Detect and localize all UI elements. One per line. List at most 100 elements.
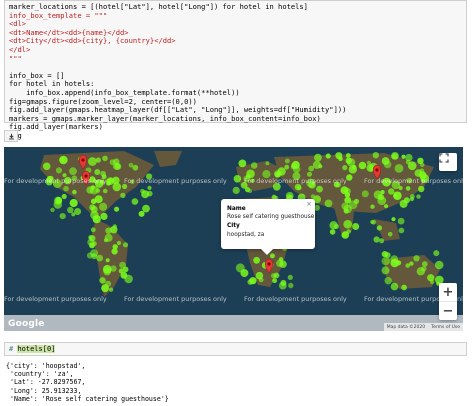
dev-watermark: For development purposes only — [244, 295, 347, 303]
heat-spot — [132, 164, 139, 171]
heat-spot — [89, 185, 99, 195]
heat-spot — [105, 258, 110, 263]
heat-spot — [116, 240, 122, 246]
code-cell[interactable]: # hotels[0] — [4, 342, 467, 356]
heat-spot — [352, 223, 360, 230]
info-name-label: Name — [227, 206, 246, 212]
heat-spot — [387, 231, 393, 237]
heat-spot — [100, 212, 108, 220]
info-city-value: hoopstad, za — [227, 232, 265, 238]
download-button[interactable] — [4, 130, 18, 142]
code-line: <dt>City</dt><dd>{city}, {country}</dd> — [9, 36, 176, 46]
output-line: 'Lat': -27.8297567, — [6, 378, 86, 387]
close-icon[interactable]: × — [306, 200, 312, 208]
heat-spot — [429, 279, 435, 285]
heat-spot — [114, 206, 120, 212]
heat-spot — [376, 225, 383, 231]
heat-spot — [50, 207, 55, 213]
heat-spot — [89, 235, 96, 242]
heat-spot — [433, 250, 440, 257]
heat-spot — [112, 162, 121, 170]
code-editor[interactable]: # hotels[0] — [9, 345, 56, 353]
heat-spot — [325, 153, 331, 159]
heat-spot — [401, 284, 407, 291]
heat-spot — [287, 274, 293, 280]
heat-spot — [410, 194, 415, 199]
heat-spot — [316, 185, 323, 193]
heat-spot — [418, 185, 425, 193]
heat-spot — [343, 219, 353, 229]
heat-spot — [329, 221, 338, 230]
output-line: 'Long': 25.913233, — [6, 386, 82, 395]
heat-spot — [405, 263, 411, 268]
heat-spot — [240, 269, 249, 278]
heat-spot — [74, 208, 82, 215]
code-editor[interactable]: marker_locations = [(hotel["Lat"], hotel… — [9, 2, 346, 141]
heat-spot — [416, 267, 425, 276]
heat-spot — [147, 190, 153, 197]
heat-spot — [147, 185, 152, 190]
heat-spot — [276, 259, 284, 267]
dev-watermark: For development purposes only — [364, 177, 463, 185]
dev-watermark: For development purposes only — [4, 295, 107, 303]
heat-spot — [342, 165, 348, 171]
dev-watermark: For development purposes only — [4, 177, 107, 185]
heat-spot — [90, 227, 96, 233]
heatmap-map[interactable]: For development purposes only For develo… — [4, 147, 463, 331]
heat-spot — [379, 238, 385, 244]
heat-spot — [238, 159, 247, 168]
heat-spot — [381, 266, 390, 275]
heat-spot — [265, 161, 270, 166]
heat-spot — [341, 202, 349, 210]
heat-spot — [346, 174, 353, 181]
output-line: {'city': 'hoopstad', — [6, 362, 86, 370]
zoom-out-button[interactable]: − — [439, 302, 457, 320]
heat-spot — [142, 204, 150, 213]
heat-spot — [416, 194, 421, 199]
heat-spot — [102, 188, 108, 194]
heat-spot — [108, 177, 114, 183]
heat-spot — [108, 287, 114, 292]
code-cell[interactable]: marker_locations = [(hotel["Lat"], hotel… — [4, 0, 467, 140]
dev-watermark: For development purposes only — [124, 177, 227, 185]
heat-spot — [345, 153, 351, 158]
map-footer: Map data ©2020 Terms of Use — [383, 323, 463, 331]
heat-spot — [417, 157, 424, 164]
heat-spot — [42, 162, 51, 171]
dev-watermark: For development purposes only — [124, 295, 227, 303]
heat-spot — [383, 160, 392, 169]
heat-spot — [401, 154, 406, 159]
heat-spot — [248, 189, 253, 193]
heat-spot — [340, 186, 349, 195]
heat-spot — [92, 215, 101, 224]
heat-spot — [55, 196, 63, 204]
download-icon — [8, 133, 14, 139]
heat-spot — [346, 229, 352, 234]
fullscreen-button[interactable] — [439, 153, 457, 171]
heat-spot — [421, 261, 428, 267]
terms-link[interactable]: Terms of Use — [431, 325, 460, 330]
heat-spot — [284, 164, 290, 170]
heat-spot — [288, 282, 294, 289]
heat-spot — [99, 277, 106, 284]
heat-spot — [335, 152, 343, 160]
output-line: 'Name': 'Rose self catering guesthouse'} — [6, 394, 169, 403]
heat-spot — [100, 170, 106, 177]
google-logo[interactable]: Google — [8, 319, 45, 329]
heat-spot — [138, 210, 145, 217]
heat-spot — [396, 260, 402, 266]
heat-spot — [94, 195, 103, 204]
heat-spot — [284, 158, 290, 164]
output-line: 'country': 'za', — [6, 370, 74, 379]
heat-spot — [271, 273, 276, 279]
heat-spot — [372, 152, 379, 159]
zoom-in-button[interactable]: + — [439, 283, 457, 301]
heat-spot — [371, 219, 377, 225]
heat-spot — [276, 171, 282, 177]
heat-spot — [92, 241, 97, 246]
heat-spot — [344, 196, 352, 204]
heat-spot — [384, 277, 392, 285]
zoom-control: + − — [439, 283, 457, 320]
heat-spot — [63, 185, 69, 192]
heat-spot — [394, 164, 404, 173]
